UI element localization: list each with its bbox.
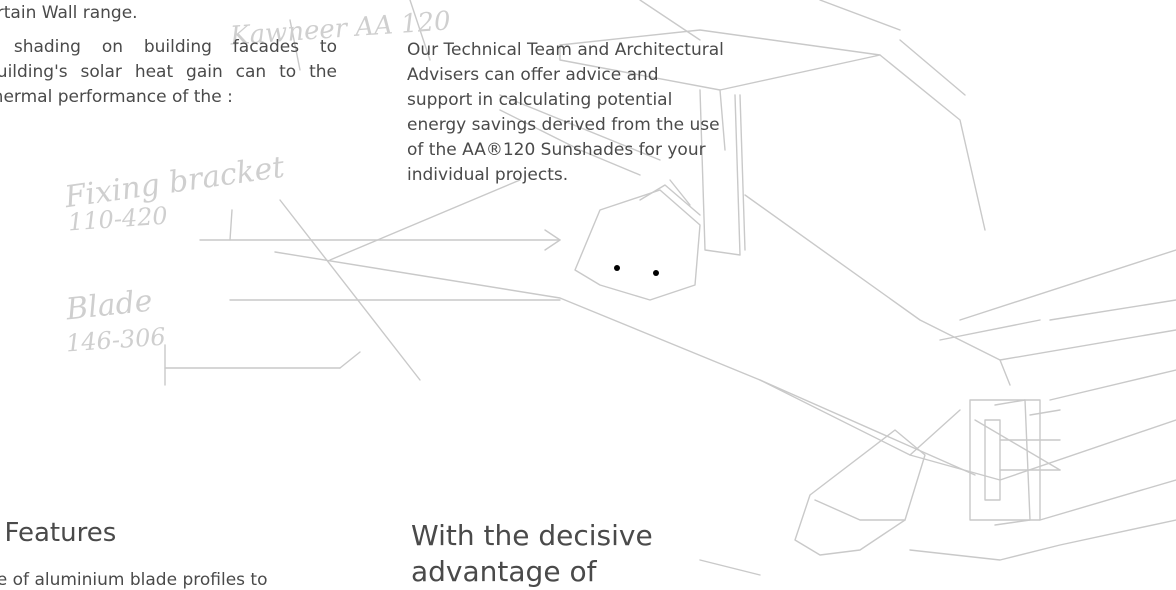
advantage-heading: With the decisive advantage of <box>411 519 653 588</box>
features-text: ge of aluminium blade profiles to <box>0 570 268 590</box>
middle-paragraph: Our Technical Team and Architectural Adv… <box>407 40 724 185</box>
middle-column: Our Technical Team and Architectural Adv… <box>407 38 727 188</box>
features-heading: t Features <box>0 518 117 548</box>
left-paragraph: r shading on building facades to buildin… <box>0 37 337 107</box>
left-intro-fragment: urtain Wall range. <box>0 3 138 23</box>
